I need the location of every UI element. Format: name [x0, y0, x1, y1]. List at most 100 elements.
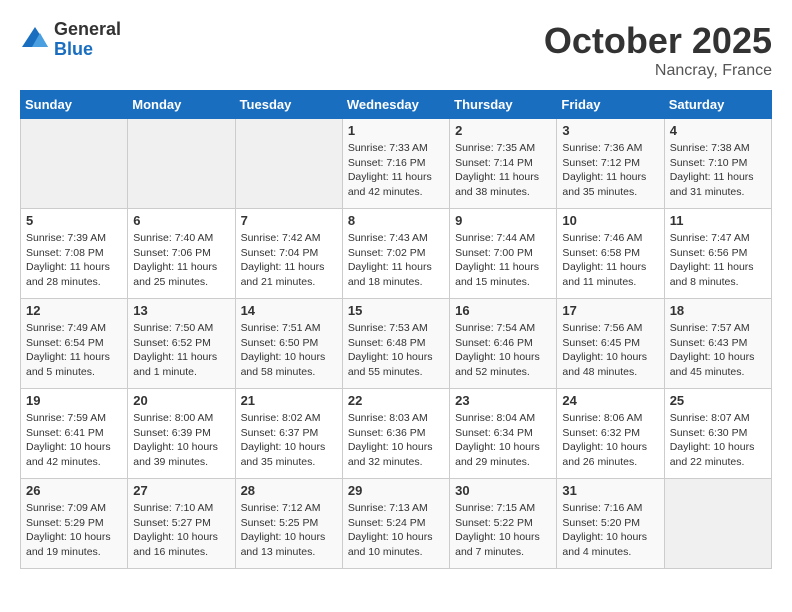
day-number: 19 — [26, 393, 122, 408]
calendar-cell: 17 Sunrise: 7:56 AM Sunset: 6:45 PM Dayli… — [557, 299, 664, 389]
calendar-cell: 24Sunrise: 8:06 AM Sunset: 6:32 PM Dayli… — [557, 389, 664, 479]
calendar-table: SundayMondayTuesdayWednesdayThursdayFrid… — [20, 90, 772, 569]
day-info: Sunrise: 7:40 AM Sunset: 7:06 PM Dayligh… — [133, 231, 229, 290]
week-row-2: 5Sunrise: 7:39 AM Sunset: 7:08 PM Daylig… — [21, 209, 772, 299]
title-block: October 2025 Nancray, France — [544, 20, 772, 80]
day-info: Sunrise: 8:07 AM Sunset: 6:30 PM Dayligh… — [670, 411, 766, 470]
calendar-cell: 27 Sunrise: 7:10 AM Sunset: 5:27 PM Dayli… — [128, 479, 235, 569]
calendar-cell: 3 Sunrise: 7:36 AM Sunset: 7:12 PM Daylig… — [557, 119, 664, 209]
day-number: 17 — [562, 303, 658, 318]
calendar-cell: 28Sunrise: 7:12 AM Sunset: 5:25 PM Dayli… — [235, 479, 342, 569]
day-info: Sunrise: 7:36 AM Sunset: 7:12 PM Dayligh… — [562, 141, 658, 200]
calendar-cell: 4 Sunrise: 7:38 AM Sunset: 7:10 PM Daylig… — [664, 119, 771, 209]
day-number: 20 — [133, 393, 229, 408]
calendar-cell: 16Sunrise: 7:54 AM Sunset: 6:46 PM Dayli… — [450, 299, 557, 389]
day-number: 3 — [562, 123, 658, 138]
logo-text: General Blue — [54, 20, 121, 60]
day-number: 26 — [26, 483, 122, 498]
calendar-cell: 7Sunrise: 7:42 AM Sunset: 7:04 PM Daylig… — [235, 209, 342, 299]
week-row-4: 19 Sunrise: 7:59 AM Sunset: 6:41 PM Dayli… — [21, 389, 772, 479]
logo-blue: Blue — [54, 40, 121, 60]
day-info: Sunrise: 7:56 AM Sunset: 6:45 PM Dayligh… — [562, 321, 658, 380]
day-info: Sunrise: 7:50 AM Sunset: 6:52 PM Dayligh… — [133, 321, 229, 380]
calendar-cell: 26 Sunrise: 7:09 AM Sunset: 5:29 PM Dayli… — [21, 479, 128, 569]
day-info: Sunrise: 8:04 AM Sunset: 6:34 PM Dayligh… — [455, 411, 551, 470]
calendar-cell: 12Sunrise: 7:49 AM Sunset: 6:54 PM Dayli… — [21, 299, 128, 389]
calendar-header-row: SundayMondayTuesdayWednesdayThursdayFrid… — [21, 91, 772, 119]
header-thursday: Thursday — [450, 91, 557, 119]
calendar-cell: 2 Sunrise: 7:35 AM Sunset: 7:14 PM Daylig… — [450, 119, 557, 209]
day-number: 9 — [455, 213, 551, 228]
calendar-cell: 30Sunrise: 7:15 AM Sunset: 5:22 PM Dayli… — [450, 479, 557, 569]
day-info: Sunrise: 7:39 AM Sunset: 7:08 PM Dayligh… — [26, 231, 122, 290]
calendar-cell — [235, 119, 342, 209]
day-info: Sunrise: 7:59 AM Sunset: 6:41 PM Dayligh… — [26, 411, 122, 470]
day-info: Sunrise: 7:49 AM Sunset: 6:54 PM Dayligh… — [26, 321, 122, 380]
day-info: Sunrise: 7:38 AM Sunset: 7:10 PM Dayligh… — [670, 141, 766, 200]
calendar-cell: 21Sunrise: 8:02 AM Sunset: 6:37 PM Dayli… — [235, 389, 342, 479]
calendar-cell: 1 Sunrise: 7:33 AM Sunset: 7:16 PM Daylig… — [342, 119, 449, 209]
day-number: 1 — [348, 123, 444, 138]
calendar-cell: 25 Sunrise: 8:07 AM Sunset: 6:30 PM Dayli… — [664, 389, 771, 479]
day-number: 22 — [348, 393, 444, 408]
header-sunday: Sunday — [21, 91, 128, 119]
header-tuesday: Tuesday — [235, 91, 342, 119]
header-monday: Monday — [128, 91, 235, 119]
header-friday: Friday — [557, 91, 664, 119]
calendar-cell: 13 Sunrise: 7:50 AM Sunset: 6:52 PM Dayli… — [128, 299, 235, 389]
day-number: 10 — [562, 213, 658, 228]
day-number: 14 — [241, 303, 337, 318]
day-number: 23 — [455, 393, 551, 408]
day-info: Sunrise: 7:53 AM Sunset: 6:48 PM Dayligh… — [348, 321, 444, 380]
calendar-cell: 9Sunrise: 7:44 AM Sunset: 7:00 PM Daylig… — [450, 209, 557, 299]
logo-icon — [20, 25, 50, 55]
month-title: October 2025 — [544, 20, 772, 62]
day-info: Sunrise: 7:57 AM Sunset: 6:43 PM Dayligh… — [670, 321, 766, 380]
week-row-3: 12Sunrise: 7:49 AM Sunset: 6:54 PM Dayli… — [21, 299, 772, 389]
calendar-cell — [21, 119, 128, 209]
day-info: Sunrise: 7:10 AM Sunset: 5:27 PM Dayligh… — [133, 501, 229, 560]
day-number: 31 — [562, 483, 658, 498]
day-info: Sunrise: 7:46 AM Sunset: 6:58 PM Dayligh… — [562, 231, 658, 290]
page-header: General Blue October 2025 Nancray, Franc… — [20, 20, 772, 80]
day-number: 16 — [455, 303, 551, 318]
calendar-cell: 15 Sunrise: 7:53 AM Sunset: 6:48 PM Dayli… — [342, 299, 449, 389]
day-number: 2 — [455, 123, 551, 138]
logo: General Blue — [20, 20, 121, 60]
day-number: 13 — [133, 303, 229, 318]
calendar-cell — [128, 119, 235, 209]
day-number: 24 — [562, 393, 658, 408]
day-info: Sunrise: 7:33 AM Sunset: 7:16 PM Dayligh… — [348, 141, 444, 200]
calendar-cell: 6 Sunrise: 7:40 AM Sunset: 7:06 PM Daylig… — [128, 209, 235, 299]
day-number: 18 — [670, 303, 766, 318]
calendar-cell: 11Sunrise: 7:47 AM Sunset: 6:56 PM Dayli… — [664, 209, 771, 299]
day-info: Sunrise: 7:15 AM Sunset: 5:22 PM Dayligh… — [455, 501, 551, 560]
day-info: Sunrise: 7:16 AM Sunset: 5:20 PM Dayligh… — [562, 501, 658, 560]
day-number: 27 — [133, 483, 229, 498]
week-row-1: 1 Sunrise: 7:33 AM Sunset: 7:16 PM Daylig… — [21, 119, 772, 209]
calendar-cell — [664, 479, 771, 569]
day-info: Sunrise: 8:02 AM Sunset: 6:37 PM Dayligh… — [241, 411, 337, 470]
day-number: 6 — [133, 213, 229, 228]
header-wednesday: Wednesday — [342, 91, 449, 119]
day-number: 4 — [670, 123, 766, 138]
day-number: 7 — [241, 213, 337, 228]
calendar-cell: 19 Sunrise: 7:59 AM Sunset: 6:41 PM Dayli… — [21, 389, 128, 479]
calendar-cell: 5Sunrise: 7:39 AM Sunset: 7:08 PM Daylig… — [21, 209, 128, 299]
calendar-cell: 22 Sunrise: 8:03 AM Sunset: 6:36 PM Dayli… — [342, 389, 449, 479]
day-number: 8 — [348, 213, 444, 228]
calendar-cell: 23 Sunrise: 8:04 AM Sunset: 6:34 PM Dayli… — [450, 389, 557, 479]
day-number: 29 — [348, 483, 444, 498]
day-info: Sunrise: 7:51 AM Sunset: 6:50 PM Dayligh… — [241, 321, 337, 380]
day-info: Sunrise: 7:12 AM Sunset: 5:25 PM Dayligh… — [241, 501, 337, 560]
day-info: Sunrise: 8:03 AM Sunset: 6:36 PM Dayligh… — [348, 411, 444, 470]
day-info: Sunrise: 7:43 AM Sunset: 7:02 PM Dayligh… — [348, 231, 444, 290]
day-info: Sunrise: 8:00 AM Sunset: 6:39 PM Dayligh… — [133, 411, 229, 470]
day-info: Sunrise: 7:35 AM Sunset: 7:14 PM Dayligh… — [455, 141, 551, 200]
day-number: 25 — [670, 393, 766, 408]
day-number: 15 — [348, 303, 444, 318]
calendar-cell: 20 Sunrise: 8:00 AM Sunset: 6:39 PM Dayli… — [128, 389, 235, 479]
week-row-5: 26 Sunrise: 7:09 AM Sunset: 5:29 PM Dayli… — [21, 479, 772, 569]
day-info: Sunrise: 7:09 AM Sunset: 5:29 PM Dayligh… — [26, 501, 122, 560]
calendar-cell: 29Sunrise: 7:13 AM Sunset: 5:24 PM Dayli… — [342, 479, 449, 569]
